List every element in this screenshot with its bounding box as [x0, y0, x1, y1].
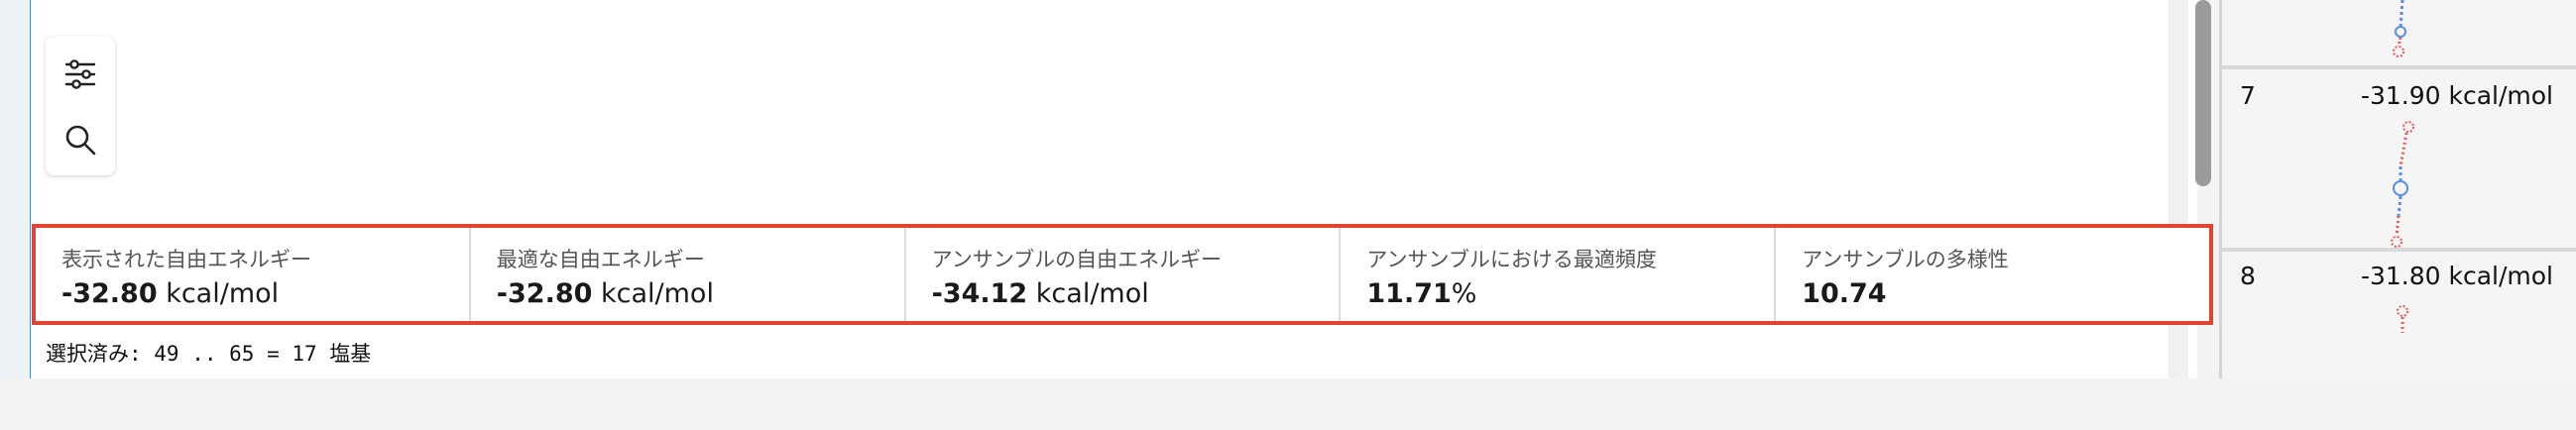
structure-thumbnail: [2393, 0, 2406, 57]
selection-status: 選択済み: 49 .. 65 = 17 塩基: [46, 342, 372, 366]
stat-unit: kcal/mol: [601, 278, 714, 310]
stat-displayed-energy: 表示された自由エネルギー -32.80 kcal/mol: [36, 228, 471, 321]
stat-number: 10.74: [1802, 278, 1887, 310]
stat-label: アンサンブルの自由エネルギー: [931, 248, 1223, 271]
stat-number: -32.80: [61, 278, 158, 310]
structure-thumbnail: [2397, 305, 2408, 333]
structure-list[interactable]: 7 -31.90 kcal/mol 8 -31.80 kcal/mol: [2219, 0, 2576, 378]
stat-unit: kcal/mol: [1035, 278, 1149, 310]
stat-label: アンサンブルにおける最適頻度: [1366, 248, 1657, 271]
structure-list-item[interactable]: 7 -31.90 kcal/mol: [2222, 69, 2576, 248]
stat-optimal-frequency: アンサンブルにおける最適頻度 11.71%: [1341, 228, 1777, 321]
structure-list-item[interactable]: 8 -31.80 kcal/mol: [2222, 252, 2576, 430]
structure-thumbnail: [2391, 121, 2414, 248]
tool-panel: [46, 37, 115, 175]
stat-unit: kcal/mol: [166, 278, 280, 310]
structure-energy: -31.80 kcal/mol: [2360, 262, 2553, 290]
stat-value: -32.80 kcal/mol: [61, 278, 469, 309]
structure-energy: -31.90 kcal/mol: [2360, 81, 2553, 110]
stat-ensemble-diversity: アンサンブルの多様性 10.74: [1776, 228, 2209, 321]
stat-label: 最適な自由エネルギー: [496, 248, 705, 271]
structure-index: 7: [2240, 81, 2256, 110]
stat-label: アンサンブルの多様性: [1802, 248, 2009, 271]
structure-index: 8: [2240, 262, 2256, 290]
search-button[interactable]: [46, 110, 115, 169]
stat-optimal-energy: 最適な自由エネルギー -32.80 kcal/mol: [471, 228, 906, 321]
stat-value: 11.71%: [1366, 278, 1774, 309]
stat-number: -34.12: [931, 278, 1028, 310]
energy-stats-bar: 表示された自由エネルギー -32.80 kcal/mol 最適な自由エネルギー …: [32, 224, 2213, 325]
stat-label: 表示された自由エネルギー: [61, 248, 311, 271]
stat-ensemble-energy: アンサンブルの自由エネルギー -34.12 kcal/mol: [906, 228, 1342, 321]
stat-value: -34.12 kcal/mol: [932, 278, 1340, 309]
stat-number: -32.80: [496, 278, 593, 310]
stat-unit: %: [1451, 278, 1477, 310]
left-edge-strip: [0, 0, 32, 378]
stat-value: -32.80 kcal/mol: [497, 278, 904, 309]
settings-button[interactable]: [46, 45, 115, 104]
stat-number: 11.71: [1366, 278, 1452, 310]
search-icon: [65, 125, 96, 156]
stat-value: 10.74: [1802, 278, 2209, 309]
sliders-icon: [64, 59, 96, 89]
scrollbar-thumb[interactable]: [2195, 0, 2211, 186]
